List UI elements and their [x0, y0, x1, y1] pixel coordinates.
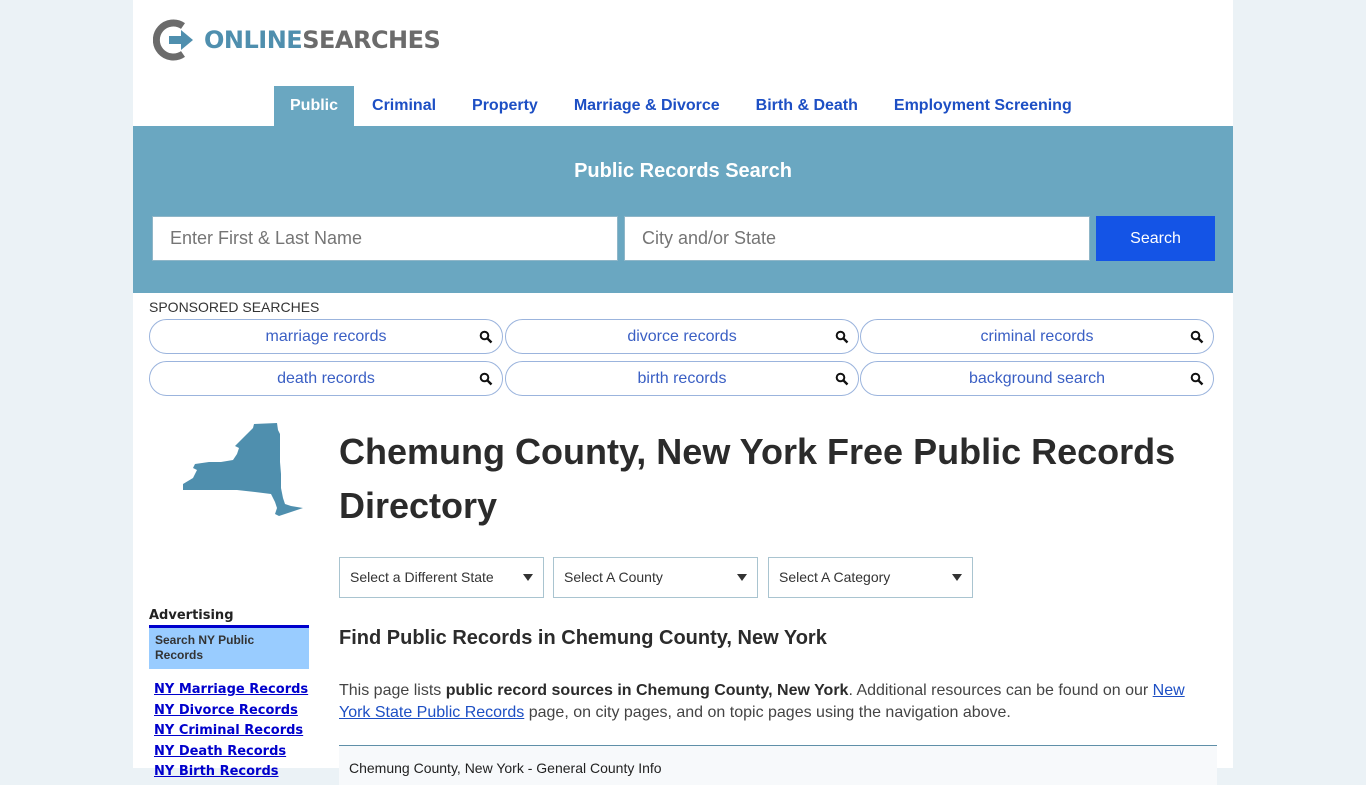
ad-link-birth[interactable]: NY Birth Records [154, 762, 308, 783]
search-banner: Public Records Search Enter First & Last… [133, 126, 1233, 293]
new-york-state-map [183, 423, 303, 516]
ad-link-death[interactable]: NY Death Records [154, 742, 308, 763]
site-logo[interactable]: ONLINESEARCHES [153, 18, 441, 62]
dropdown-arrow-icon [523, 574, 533, 581]
ad-link-marriage[interactable]: NY Marriage Records [154, 680, 308, 701]
nav-public[interactable]: Public [274, 86, 355, 126]
page-title: Chemung County, New York Free Public Rec… [339, 431, 1176, 526]
pill-label: marriage records [265, 328, 387, 345]
intro-bold: public record sources in Chemung County,… [445, 682, 849, 699]
sponsored-marriage-records[interactable]: marriage records [149, 319, 503, 354]
search-button[interactable]: Search [1096, 216, 1215, 261]
main-nav: Public Criminal Property Marriage & Divo… [274, 86, 1090, 126]
search-icon [835, 330, 849, 344]
dropdown-arrow-icon [952, 574, 962, 581]
state-select[interactable]: Select a Different State [339, 557, 544, 598]
section-heading: Find Public Records in Chemung County, N… [339, 627, 827, 649]
nav-marriage-divorce[interactable]: Marriage & Divorce [556, 86, 738, 126]
ad-link-divorce[interactable]: NY Divorce Records [154, 701, 308, 722]
category-select-value: Select A Category [779, 569, 891, 585]
nav-birth-death[interactable]: Birth & Death [738, 86, 876, 126]
search-icon [1190, 330, 1204, 344]
nav-criminal[interactable]: Criminal [354, 86, 454, 126]
sponsored-criminal-records[interactable]: criminal records [860, 319, 1214, 354]
pill-label: background search [968, 370, 1106, 387]
page-container: ONLINESEARCHES Public Criminal Property … [133, 0, 1233, 785]
logo-text: ONLINESEARCHES [204, 26, 441, 54]
pill-label: criminal records [980, 328, 1094, 345]
search-icon [479, 330, 493, 344]
sponsored-background-search[interactable]: background search [860, 361, 1214, 396]
search-icon [1190, 372, 1204, 386]
county-info-header: Chemung County, New York - General Count… [339, 745, 1217, 785]
search-icon [479, 372, 493, 386]
intro-text: . Additional resources can be found on o… [848, 682, 1153, 699]
intro-text: This page lists [339, 682, 446, 699]
category-select[interactable]: Select A Category [768, 557, 973, 598]
ad-link-criminal[interactable]: NY Criminal Records [154, 721, 308, 742]
pill-label: death records [277, 370, 375, 387]
state-select-value: Select a Different State [350, 569, 494, 585]
intro-text: page, on city pages, and on topic pages … [524, 704, 1011, 721]
search-icon [835, 372, 849, 386]
sponsored-birth-records[interactable]: birth records [505, 361, 859, 396]
sponsored-label: SPONSORED SEARCHES [149, 299, 320, 315]
intro-paragraph: This page lists public record sources in… [339, 680, 1219, 724]
search-title: Public Records Search [574, 160, 792, 182]
nav-employment-screening[interactable]: Employment Screening [876, 86, 1090, 126]
county-select[interactable]: Select A County [553, 557, 758, 598]
name-input[interactable]: Enter First & Last Name [152, 216, 618, 261]
dropdown-arrow-icon [737, 574, 747, 581]
advertising-label: Advertising [149, 608, 234, 623]
ad-box-title: Search NY Public Records [149, 625, 309, 669]
pill-label: birth records [637, 370, 727, 387]
county-select-value: Select A County [564, 569, 663, 585]
pill-label: divorce records [627, 328, 737, 345]
nav-property[interactable]: Property [454, 86, 556, 126]
sponsored-death-records[interactable]: death records [149, 361, 503, 396]
location-input[interactable]: City and/or State [624, 216, 1090, 261]
logo-icon [153, 19, 193, 61]
sponsored-divorce-records[interactable]: divorce records [505, 319, 859, 354]
